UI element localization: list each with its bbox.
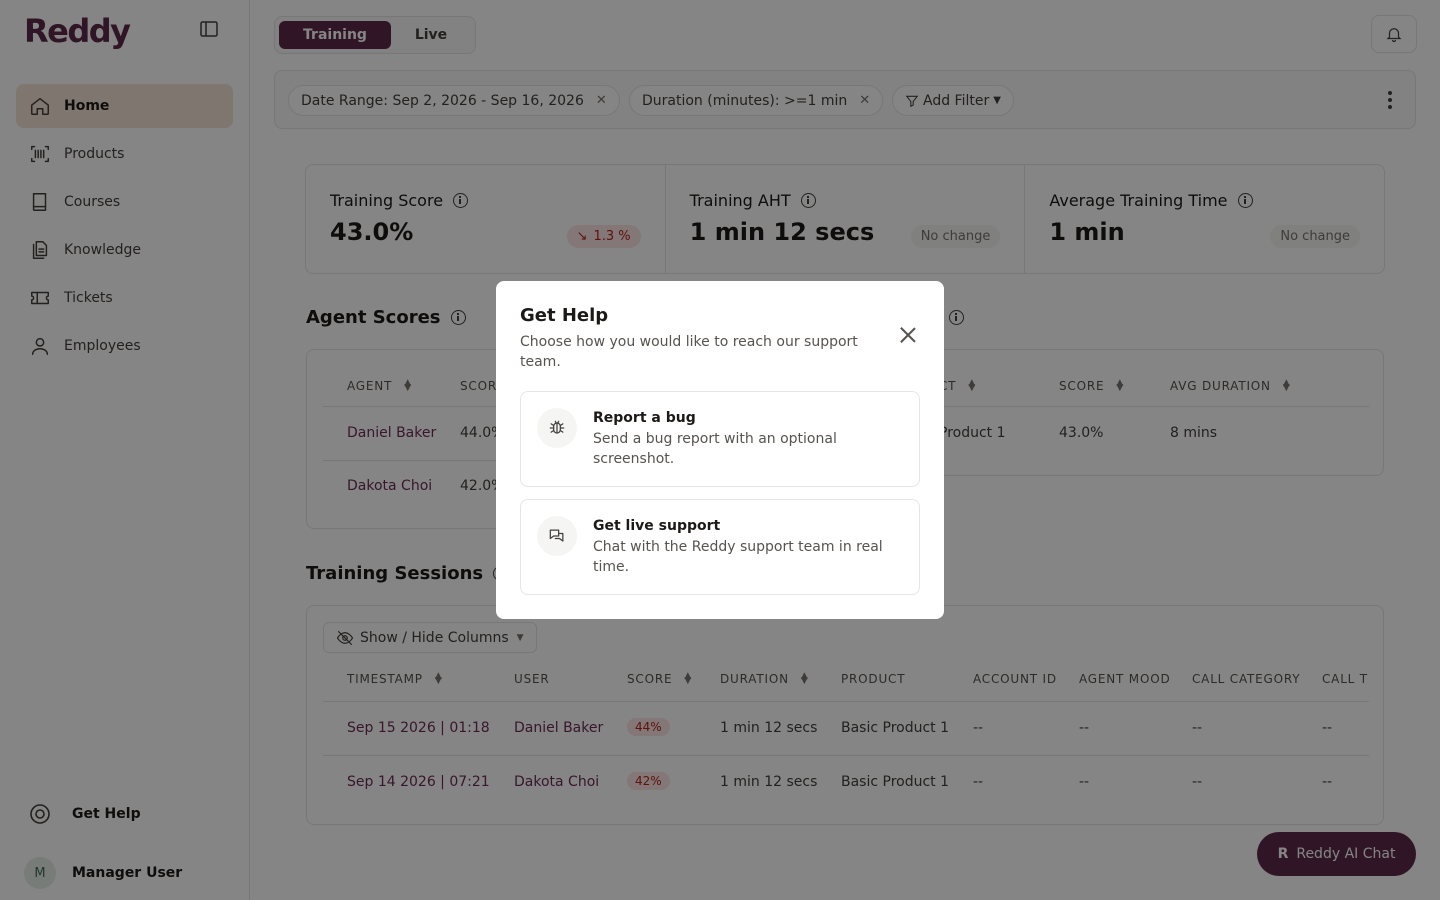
chat-icon [537, 516, 577, 556]
bug-icon [537, 408, 577, 448]
dialog-subtitle: Choose how you would like to reach our s… [520, 334, 858, 370]
option-description: Chat with the Reddy support team in real… [593, 539, 883, 575]
option-title: Report a bug [593, 410, 696, 426]
dialog-title: Get Help [520, 305, 609, 326]
close-icon[interactable] [900, 327, 916, 343]
get-help-dialog: Get Help Choose how you would like to re… [496, 281, 944, 619]
option-description: Send a bug report with an optional scree… [593, 431, 837, 467]
live-support-option[interactable]: Get live support Chat with the Reddy sup… [520, 499, 920, 595]
option-title: Get live support [593, 518, 721, 534]
report-bug-option[interactable]: Report a bug Send a bug report with an o… [520, 391, 920, 487]
